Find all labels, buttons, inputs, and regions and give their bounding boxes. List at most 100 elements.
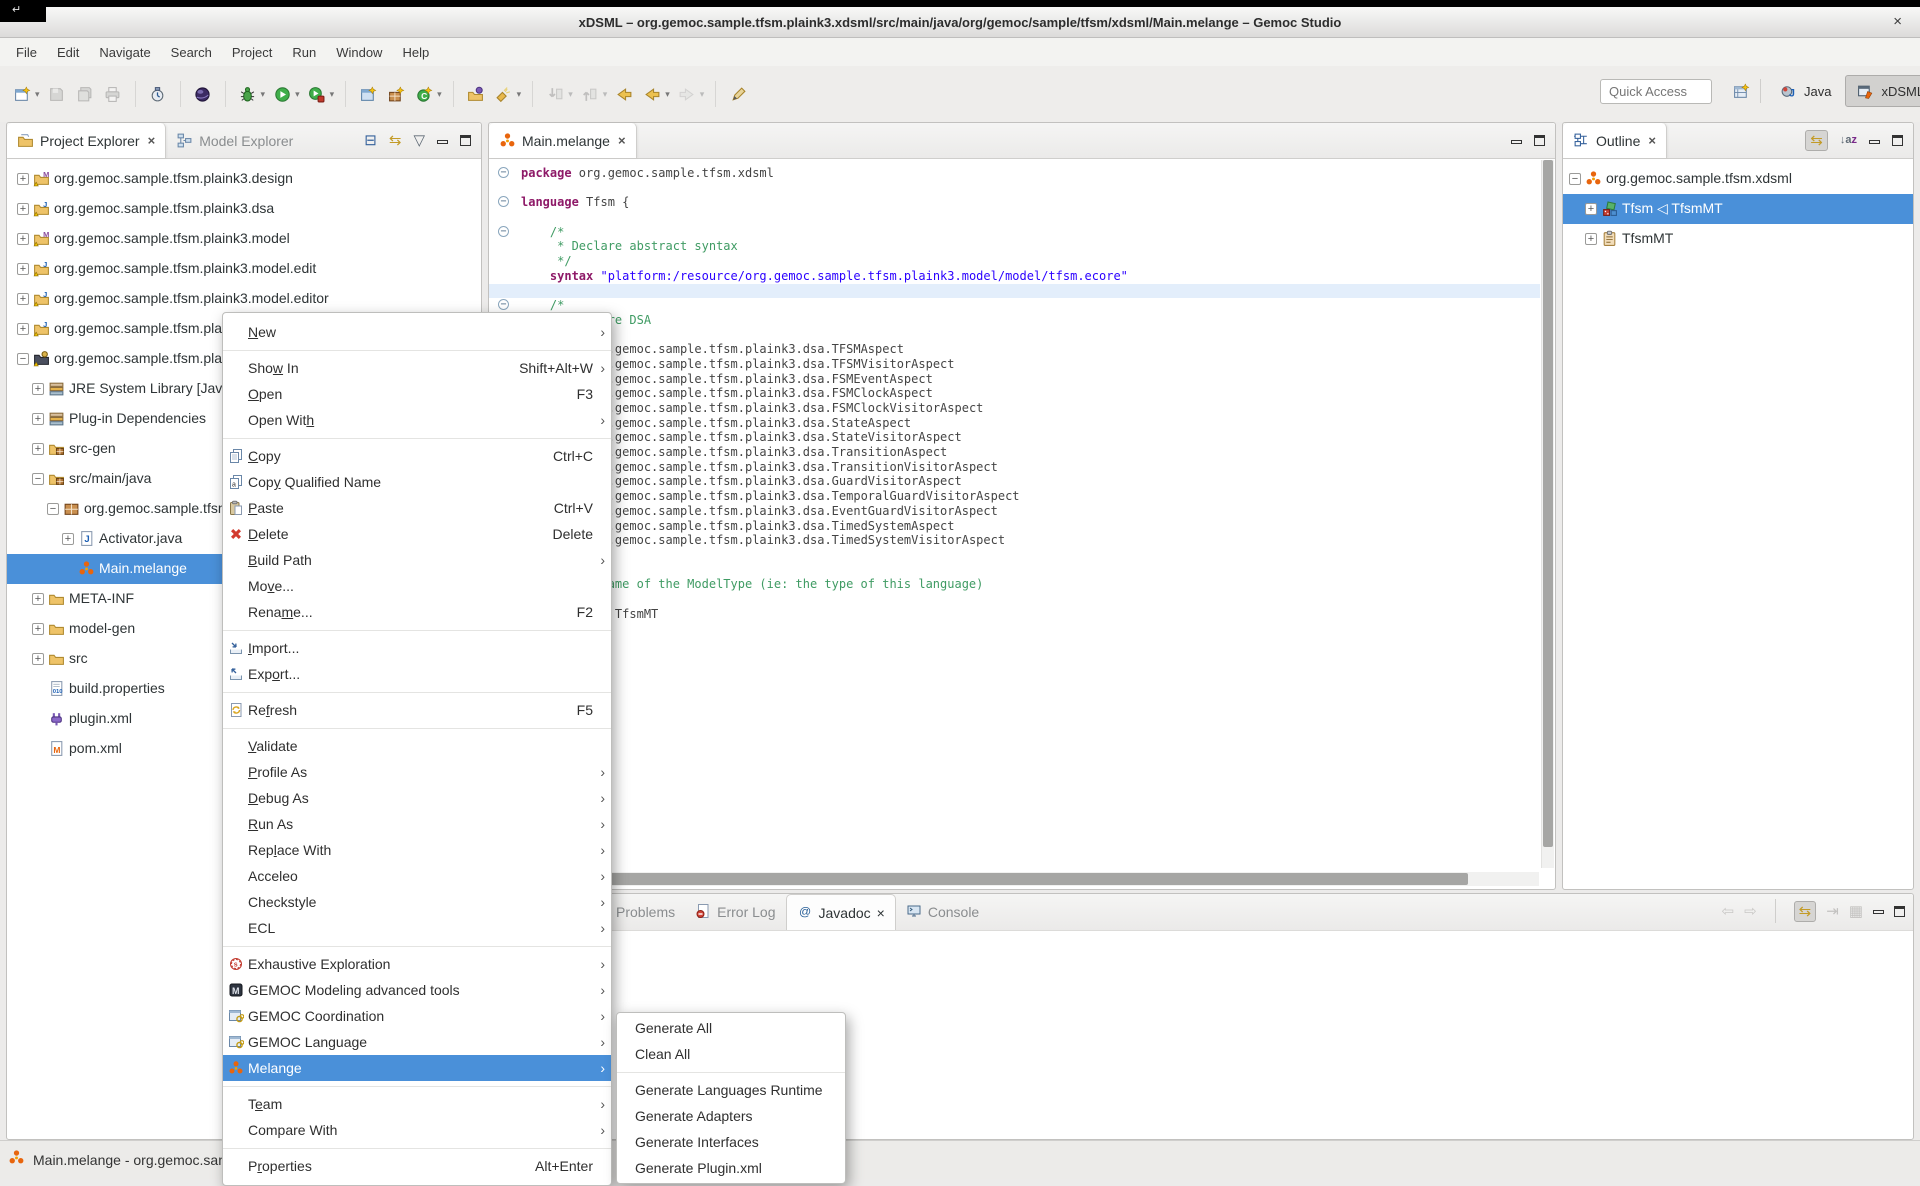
menu-item-delete[interactable]: DeleteDelete [223,521,611,547]
menu-item-rename-[interactable]: Rename...F2 [223,599,611,625]
tab-javadoc[interactable]: @Javadoc× [786,894,896,930]
link-with-editor-icon[interactable]: ⇆ [1805,130,1828,151]
code-line[interactable]: with org.gemoc.sample.tfsm.plaink3.dsa.G… [489,474,1540,489]
menu-item-build-path[interactable]: Build Path› [223,547,611,573]
horizontal-scrollbar[interactable] [491,872,1539,886]
tree-item-org-gemoc-sample-tfsm-plaink3-model-edit[interactable]: +Jorg.gemoc.sample.tfsm.plaink3.model.ed… [7,254,481,284]
menu-item-gemoc-modeling-advanced-tools[interactable]: MGEMOC Modeling advanced tools› [223,977,611,1003]
minimize-icon[interactable] [1511,140,1522,144]
menubar-item-file[interactable]: File [6,41,47,64]
code-line[interactable]: with org.gemoc.sample.tfsm.plaink3.dsa.T… [489,357,1540,372]
code-line[interactable]: with org.gemoc.sample.tfsm.plaink3.dsa.S… [489,430,1540,445]
expand-icon[interactable]: + [32,413,44,425]
close-icon[interactable]: × [148,133,156,148]
menubar-item-navigate[interactable]: Navigate [89,41,160,64]
expand-icon[interactable]: + [32,623,44,635]
run-icon[interactable] [271,83,293,105]
expand-icon[interactable]: + [17,203,29,215]
menu-item-open-with[interactable]: Open With› [223,407,611,433]
fold-collapse-icon[interactable]: − [498,196,509,207]
menu-item-run-as[interactable]: Run As› [223,811,611,837]
minimize-icon[interactable] [1869,140,1880,144]
menubar-item-run[interactable]: Run [282,41,326,64]
fold-collapse-icon[interactable]: − [498,226,509,237]
menu-item-new[interactable]: New› [223,319,611,345]
expand-icon[interactable]: + [17,323,29,335]
close-icon[interactable]: × [1648,133,1656,148]
link-with-editor-icon[interactable]: ⇆ [389,133,402,148]
dropdown-chevron-icon[interactable]: ▾ [35,89,40,100]
code-line[interactable]: with org.gemoc.sample.tfsm.plaink3.dsa.T… [489,445,1540,460]
perspective-button-java[interactable]: JJava [1769,76,1839,106]
minimize-icon[interactable] [437,140,448,144]
expand-icon[interactable]: + [32,593,44,605]
code-line[interactable]: with org.gemoc.sample.tfsm.plaink3.dsa.F… [489,372,1540,387]
code-line[interactable]: * Declare abstract syntax [489,239,1540,254]
menu-item-exhaustive-exploration[interactable]: sExhaustive Exploration› [223,951,611,977]
code-line[interactable] [489,592,1540,607]
code-line[interactable]: with org.gemoc.sample.tfsm.plaink3.dsa.F… [489,401,1540,416]
dropdown-chevron-icon[interactable]: ▾ [665,89,670,100]
dropdown-chevron-icon[interactable]: ▾ [261,89,266,100]
code-line[interactable]: with org.gemoc.sample.tfsm.plaink3.dsa.S… [489,416,1540,431]
fold-collapse-icon[interactable]: − [498,167,509,178]
maximize-icon[interactable] [1892,135,1903,146]
code-line[interactable] [489,563,1540,578]
tab-error-log[interactable]: Error Log [685,894,785,930]
tree-item-org-gemoc-sample-tfsm-plaink3-model-editor[interactable]: +Jorg.gemoc.sample.tfsm.plaink3.model.ed… [7,284,481,314]
menu-item-checkstyle[interactable]: Checkstyle› [223,889,611,915]
collapse-icon[interactable]: − [32,473,44,485]
menu-item-clean-all[interactable]: Clean All [617,1041,845,1067]
code-line[interactable]: −package org.gemoc.sample.tfsm.xdsml [489,166,1540,181]
acceleo-sphere-icon[interactable] [192,83,214,105]
menu-item-gemoc-coordination[interactable]: GEMOC Coordination› [223,1003,611,1029]
code-line[interactable]: with org.gemoc.sample.tfsm.plaink3.dsa.E… [489,504,1540,519]
debug-icon[interactable] [237,83,259,105]
collapse-icon[interactable]: − [47,503,59,515]
menu-item-team[interactable]: Team› [223,1091,611,1117]
menubar-item-search[interactable]: Search [161,41,222,64]
new-melange-icon[interactable] [357,83,379,105]
expand-icon[interactable]: + [62,533,74,545]
code-line[interactable] [489,181,1540,196]
menu-item-export-[interactable]: Export... [223,661,611,687]
dropdown-chevron-icon[interactable]: ▾ [437,89,442,100]
code-line[interactable]: with org.gemoc.sample.tfsm.plaink3.dsa.T… [489,533,1540,548]
code-line[interactable]: */ [489,254,1540,269]
open-log-icon[interactable]: ⇥ [1826,904,1839,919]
tab-model-explorer[interactable]: Model Explorer [166,123,303,158]
code-line[interactable]: − /* [489,225,1540,240]
tab-project-explorer[interactable]: Project Explorer × [7,123,166,158]
menu-item-paste[interactable]: PasteCtrl+V [223,495,611,521]
maximize-icon[interactable] [460,135,471,146]
quick-access-input[interactable] [1600,79,1712,104]
menu-item-open[interactable]: OpenF3 [223,381,611,407]
code-line[interactable]: // the name of the ModelType (ie: the ty… [489,577,1540,592]
minimize-icon[interactable] [1873,910,1884,914]
back-icon[interactable]: ⇦ [1722,904,1735,919]
menubar-item-help[interactable]: Help [392,41,439,64]
dropdown-chevron-icon[interactable]: ▾ [295,89,300,100]
tree-item-org-gemoc-sample-tfsm-xdsml[interactable]: −org.gemoc.sample.tfsm.xdsml [1563,164,1913,194]
expand-icon[interactable]: + [32,653,44,665]
menu-item-debug-as[interactable]: Debug As› [223,785,611,811]
close-icon[interactable]: × [618,133,626,148]
expand-icon[interactable]: + [1585,233,1597,245]
code-line[interactable]: */ [489,328,1540,343]
new-class-icon[interactable]: C [413,83,435,105]
last-edit-location-icon[interactable] [613,83,635,105]
dropdown-chevron-icon[interactable]: ▾ [330,89,335,100]
maximize-icon[interactable] [1534,135,1545,146]
collapse-icon[interactable]: − [17,353,29,365]
code-line[interactable]: exactype TfsmMT [489,607,1540,622]
menu-item-show-in[interactable]: Show InShift+Alt+W› [223,355,611,381]
tree-item-tfsmmt[interactable]: +TfsmMT [1563,224,1913,254]
menu-item-move-[interactable]: Move... [223,573,611,599]
menu-item-validate[interactable]: Validate [223,733,611,759]
menubar-item-edit[interactable]: Edit [47,41,89,64]
dropdown-chevron-icon[interactable]: ▾ [517,89,522,100]
close-icon[interactable]: × [877,905,885,921]
expand-icon[interactable]: + [17,173,29,185]
menu-item-import-[interactable]: Import... [223,635,611,661]
tab-main-melange[interactable]: Main.melange × [489,123,637,158]
